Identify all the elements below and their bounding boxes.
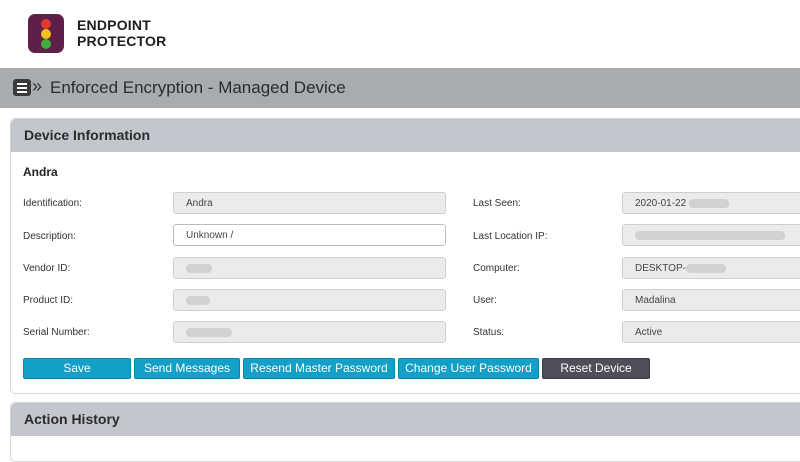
send-messages-button[interactable]: Send Messages <box>134 358 240 379</box>
status-value: Active <box>635 327 663 338</box>
save-button[interactable]: Save <box>23 358 131 379</box>
product-id-field[interactable] <box>173 289 446 311</box>
computer-label: Computer: <box>473 263 520 274</box>
serial-number-label: Serial Number: <box>23 327 90 338</box>
vendor-id-field[interactable] <box>173 257 446 279</box>
brand-line-1: ENDPOINT <box>77 17 151 33</box>
menu-icon[interactable] <box>13 79 31 96</box>
yellow-light <box>41 29 51 39</box>
computer-field[interactable]: DESKTOP- <box>622 257 800 279</box>
redacted-value <box>186 263 212 273</box>
panel-header: Device Information <box>11 119 800 152</box>
last-seen-value: 2020-01-22 <box>635 198 687 209</box>
product-id-label: Product ID: <box>23 295 74 306</box>
redacted-value <box>635 230 785 240</box>
identification-field[interactable]: Andra <box>173 192 446 214</box>
redacted-value <box>186 327 232 337</box>
panel-header: Action History <box>11 403 800 436</box>
redacted-value <box>685 263 726 273</box>
user-value: Madalina <box>635 295 676 306</box>
description-input[interactable]: Unknown / <box>173 224 446 246</box>
computer-value: DESKTOP- <box>635 263 686 274</box>
description-label: Description: <box>23 231 76 242</box>
green-light <box>41 39 51 49</box>
device-name: Andra <box>23 165 58 179</box>
page-title: Enforced Encryption - Managed Device <box>50 78 346 97</box>
panel-title: Action History <box>24 411 120 427</box>
last-seen-field[interactable]: 2020-01-22 <box>622 192 800 214</box>
status-field[interactable]: Active <box>622 321 800 343</box>
change-user-password-button[interactable]: Change User Password <box>398 358 539 379</box>
user-label: User: <box>473 295 497 306</box>
vendor-id-label: Vendor ID: <box>23 263 71 274</box>
redacted-value <box>186 295 210 305</box>
resend-master-password-button[interactable]: Resend Master Password <box>243 358 395 379</box>
traffic-light-logo-icon[interactable] <box>28 14 64 53</box>
serial-number-field[interactable] <box>173 321 446 343</box>
brand-line-2: PROTECTOR <box>77 33 167 49</box>
reset-device-button[interactable]: Reset Device <box>542 358 650 379</box>
user-field[interactable]: Madalina <box>622 289 800 311</box>
identification-value: Andra <box>186 198 213 209</box>
description-value: Unknown / <box>186 230 234 241</box>
panel-title: Device Information <box>24 127 151 143</box>
top-header: ENDPOINT PROTECTOR <box>0 0 800 68</box>
last-location-ip-field[interactable] <box>622 224 800 246</box>
last-location-ip-label: Last Location IP: <box>473 231 548 242</box>
brand-name[interactable]: ENDPOINT PROTECTOR <box>77 17 166 49</box>
identification-label: Identification: <box>23 198 82 209</box>
last-seen-label: Last Seen: <box>473 198 521 209</box>
device-information-panel: Device Information <box>10 118 800 394</box>
status-label: Status: <box>473 327 505 338</box>
action-history-panel: Action History <box>10 402 800 462</box>
red-light <box>41 19 51 29</box>
redacted-value <box>688 198 729 208</box>
double-chevron-icon: » <box>32 76 43 96</box>
